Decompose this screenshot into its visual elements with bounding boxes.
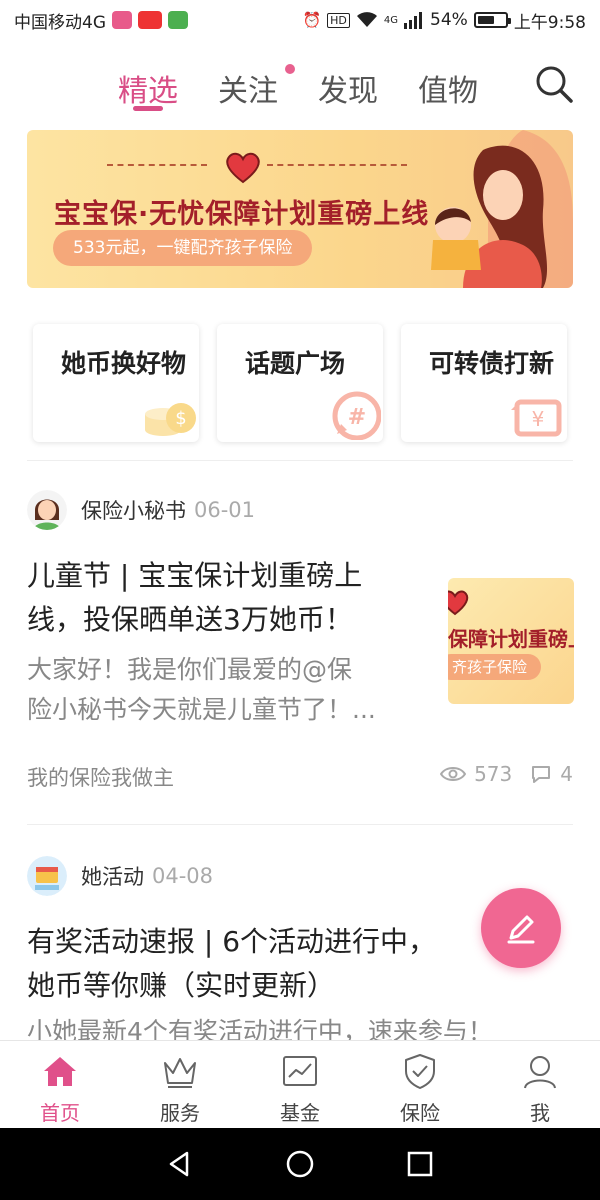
heart-icon xyxy=(226,152,260,184)
svg-text:#: # xyxy=(348,405,366,430)
author-name[interactable]: 她活动 xyxy=(81,861,144,891)
notification-app-icon xyxy=(138,11,162,29)
post-stats: 573 4 xyxy=(440,762,573,786)
post-title[interactable]: 儿童节 | 宝宝保计划重磅上 线，投保晒单送3万她币！ xyxy=(27,554,362,642)
system-nav-bar xyxy=(0,1128,600,1200)
nav-item-insurance[interactable]: 保险 xyxy=(360,1041,480,1128)
compose-button[interactable] xyxy=(481,888,561,968)
heart-icon xyxy=(448,590,469,616)
alarm-icon: ⏰ xyxy=(302,11,322,29)
nav-label: 保险 xyxy=(400,1101,440,1125)
crown-icon xyxy=(164,1058,196,1088)
coins-icon: $ xyxy=(145,403,196,436)
quick-card-label: 可转债打新 xyxy=(429,349,555,378)
tab-worth-buying[interactable]: 值物 xyxy=(418,66,478,110)
user-icon xyxy=(524,1056,556,1089)
recents-icon[interactable] xyxy=(405,1149,435,1179)
thumbnail-pill: 齐孩子保险 xyxy=(448,654,542,680)
status-right: ⏰ HD 4G 54% 上午9:58 xyxy=(302,8,586,33)
wifi-icon xyxy=(356,12,377,27)
nav-label: 我 xyxy=(530,1101,550,1125)
quick-card-exchange[interactable]: 她币换好物 $ xyxy=(33,324,199,442)
post-tag[interactable]: 我的保险我做主 xyxy=(27,762,174,792)
post-excerpt-line: 大家好！我是你们最爱的@保 xyxy=(27,655,353,684)
home-circle-icon[interactable] xyxy=(285,1149,315,1179)
post-title-line: 线，投保晒单送3万她币！ xyxy=(27,603,353,636)
post-title-line: 有奖活动速报 | 6个活动进行中， xyxy=(27,925,437,958)
promo-banner[interactable]: 宝宝保·无忧保障计划重磅上线 533元起，一键配齐孩子保险 xyxy=(27,130,573,288)
post-date: 04-08 xyxy=(152,864,214,888)
new-indicator-dot xyxy=(285,64,295,74)
avatar[interactable] xyxy=(27,856,67,896)
network-type-label: 4G xyxy=(383,14,399,26)
bottom-nav: 首页 服务 基金 保险 我 xyxy=(0,1040,600,1128)
post-title[interactable]: 有奖活动速报 | 6个活动进行中， 她币等你赚（实时更新） xyxy=(27,920,436,1008)
post-thumbnail[interactable]: 保障计划重磅上 齐孩子保险 xyxy=(448,578,574,704)
carrier-label: 中国移动4G xyxy=(14,12,106,33)
nav-label: 基金 xyxy=(280,1101,320,1125)
quick-card-label: 话题广场 xyxy=(245,349,346,378)
post-divider xyxy=(27,824,573,825)
post-excerpt-line: 险小秘书今天就是儿童节了！... xyxy=(27,695,376,724)
mother-child-illustration xyxy=(431,130,573,288)
section-divider xyxy=(27,460,573,461)
active-tab-indicator xyxy=(133,106,163,111)
view-count: 573 xyxy=(474,762,513,786)
quick-card-topics[interactable]: 话题广场 # xyxy=(217,324,383,442)
comment-icon[interactable] xyxy=(530,764,552,784)
banner-dashed-line xyxy=(267,164,407,166)
eye-icon xyxy=(440,767,467,781)
tab-featured[interactable]: 精选 xyxy=(118,66,178,110)
chart-icon xyxy=(283,1056,317,1086)
nav-label: 首页 xyxy=(40,1101,80,1125)
comment-count: 4 xyxy=(560,762,573,786)
post-author-row[interactable]: 她活动 04-08 xyxy=(27,856,213,896)
status-bar: 中国移动4G ⏰ HD 4G 54% 上午9:58 xyxy=(0,0,600,40)
top-tab-bar: 精选 关注 发现 值物 xyxy=(0,58,600,118)
search-icon[interactable] xyxy=(532,62,576,106)
hd-icon: HD xyxy=(327,12,350,28)
post-date: 06-01 xyxy=(194,498,256,522)
notification-app-icon xyxy=(168,11,188,29)
battery-icon xyxy=(473,12,511,28)
banner-dashed-line xyxy=(107,164,207,166)
author-name[interactable]: 保险小秘书 xyxy=(81,495,186,525)
shield-icon xyxy=(405,1054,435,1089)
hashtag-bubble-icon: # xyxy=(332,391,381,440)
yen-exchange-icon: ¥ xyxy=(511,399,562,437)
svg-text:$: $ xyxy=(175,408,186,429)
nav-label: 服务 xyxy=(160,1101,200,1125)
thumbnail-title: 保障计划重磅上 xyxy=(448,627,574,651)
battery-percent: 54% xyxy=(430,10,468,30)
post-title-line: 她币等你赚（实时更新） xyxy=(27,969,336,1002)
post-author-row[interactable]: 保险小秘书 06-01 xyxy=(27,490,255,530)
pencil-icon xyxy=(507,915,535,944)
post-excerpt[interactable]: 大家好！我是你们最爱的@保 险小秘书今天就是儿童节了！... xyxy=(27,650,376,730)
home-icon xyxy=(44,1057,76,1086)
nav-item-home[interactable]: 首页 xyxy=(0,1041,120,1128)
banner-subtitle-pill: 533元起，一键配齐孩子保险 xyxy=(53,230,313,266)
back-icon[interactable] xyxy=(165,1149,195,1179)
tab-discover[interactable]: 发现 xyxy=(318,66,378,110)
tab-following[interactable]: 关注 xyxy=(218,66,278,110)
nav-item-funds[interactable]: 基金 xyxy=(240,1041,360,1128)
quick-card-bonds[interactable]: 可转债打新 ¥ xyxy=(401,324,567,442)
notification-app-icon xyxy=(112,11,132,29)
post-title-line: 儿童节 | 宝宝保计划重磅上 xyxy=(27,559,363,592)
svg-text:¥: ¥ xyxy=(532,407,545,431)
nav-item-me[interactable]: 我 xyxy=(480,1041,600,1128)
status-left: 中国移动4G xyxy=(14,8,188,33)
banner-title: 宝宝保·无忧保障计划重磅上线 xyxy=(54,199,430,230)
nav-item-services[interactable]: 服务 xyxy=(120,1041,240,1128)
avatar[interactable] xyxy=(27,490,67,530)
signal-icon xyxy=(404,12,423,29)
quick-card-label: 她币换好物 xyxy=(61,349,187,378)
clock: 上午9:58 xyxy=(513,12,586,33)
